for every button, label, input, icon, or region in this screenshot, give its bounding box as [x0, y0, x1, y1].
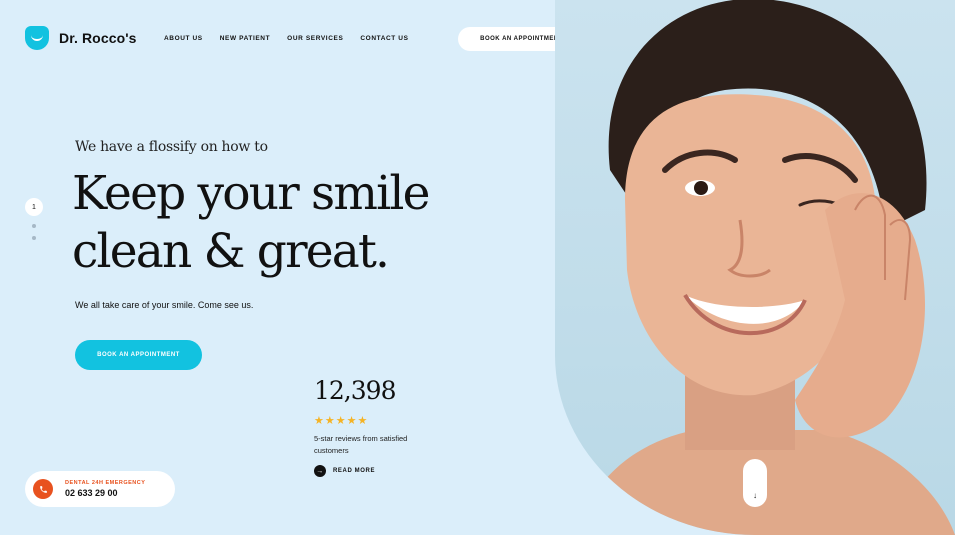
emergency-label: DENTAL 24H EMERGENCY — [65, 480, 146, 486]
hero-subtext: We all take care of your smile. Come see… — [75, 300, 254, 310]
brand-name: Dr. Rocco's — [59, 30, 137, 46]
headline-line-2: clean & great. — [72, 224, 390, 279]
hero-book-appointment-button[interactable]: BOOK AN APPOINTMENT — [75, 340, 202, 370]
arrow-right-icon: → — [314, 465, 326, 477]
slide-indicator-3[interactable] — [32, 236, 36, 240]
nav-item-about-us[interactable]: ABOUT US — [164, 35, 203, 42]
hero-eyebrow: We have a flossify on how to — [75, 139, 268, 155]
nav-item-new-patient[interactable]: NEW PATIENT — [220, 35, 270, 42]
hero-photo — [555, 0, 955, 535]
slide-indicator-active[interactable]: 1 — [25, 198, 43, 216]
read-more-label: READ MORE — [333, 468, 376, 474]
nav-item-our-services[interactable]: OUR SERVICES — [287, 35, 343, 42]
tooth-smile-icon — [25, 26, 49, 50]
reviews-stats: 12,398 ★★★★★ 5-star reviews from satisfi… — [314, 376, 444, 477]
reviews-description: 5-star reviews from satisfied customers — [314, 434, 408, 455]
smiling-woman-image — [575, 0, 955, 535]
nav-item-contact-us[interactable]: CONTACT US — [360, 35, 408, 42]
read-more-link[interactable]: → READ MORE — [314, 465, 444, 477]
slider-pagination: 1 — [25, 198, 43, 240]
main-nav: ABOUT US NEW PATIENT OUR SERVICES CONTAC… — [164, 35, 409, 42]
reviews-count: 12,398 — [314, 376, 396, 405]
star-rating-icon: ★★★★★ — [314, 415, 369, 427]
brand-logo[interactable]: Dr. Rocco's — [25, 26, 137, 50]
phone-icon — [33, 479, 53, 499]
emergency-contact[interactable]: DENTAL 24H EMERGENCY 02 633 29 00 — [25, 471, 175, 507]
scroll-down-button[interactable]: ↓ — [743, 459, 767, 507]
emergency-phone-number[interactable]: 02 633 29 00 — [65, 488, 145, 498]
arrow-down-icon: ↓ — [753, 491, 757, 500]
headline-line-1: Keep your smile — [72, 166, 430, 221]
slide-indicator-2[interactable] — [32, 224, 36, 228]
hero-headline: Keep your smile clean & great. — [72, 165, 430, 281]
